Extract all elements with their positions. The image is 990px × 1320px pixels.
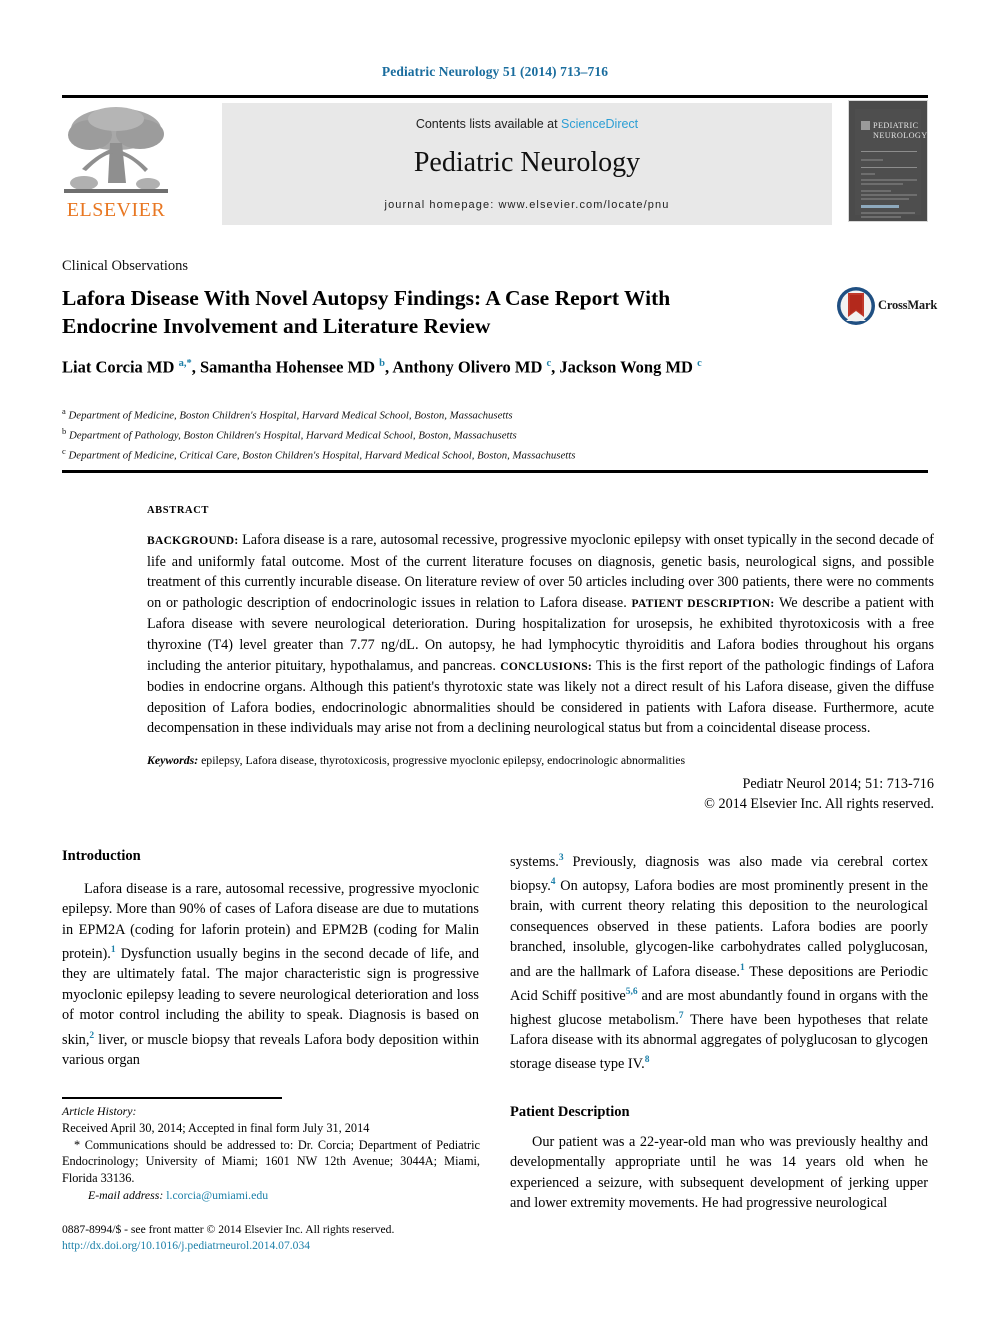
abstract-section-heading: CONCLUSIONS: [500,660,593,673]
column-left: Introduction Lafora disease is a rare, a… [62,848,479,1070]
page-title: Lafora Disease With Novel Autopsy Findin… [62,286,671,338]
keywords: Keywords: epilepsy, Lafora disease, thyr… [147,752,934,768]
cover-textline [861,190,891,192]
cover-rule [861,167,917,168]
cover-textline [861,212,915,214]
doi-link[interactable]: http://dx.doi.org/10.1016/j.pediatrneuro… [62,1238,492,1254]
affiliation-marker: c [62,446,66,457]
section-heading-patient-description: Patient Description [510,1104,630,1120]
email-address-link[interactable]: l.corcia@umiami.edu [163,1188,268,1202]
affiliation-item: b Department of Pathology, Boston Childr… [62,426,517,442]
masthead-band: Contents lists available at ScienceDirec… [222,103,832,225]
journal-homepage-link[interactable]: journal homepage: www.elsevier.com/locat… [222,199,832,211]
cover-title-line2: NEUROLOGY [873,130,928,140]
affiliation-marker: b [62,426,67,437]
footnote-rule [62,1097,282,1099]
affiliation-list: a Department of Medicine, Boston Childre… [62,404,892,464]
cover-title: PEDIATRIC NEUROLOGY [873,121,928,140]
affiliation-item: a Department of Medicine, Boston Childre… [62,406,513,422]
author-list: Liat Corcia MD a,*, Samantha Hohensee MD… [62,357,702,377]
abstract-top-rule [62,470,928,473]
abstract-citation: Pediatr Neurol 2014; 51: 713-716 [742,776,934,792]
abstract-section-heading: BACKGROUND: [147,535,239,547]
sciencedirect-link[interactable]: ScienceDirect [561,117,638,131]
cover-textline [861,183,903,185]
crossmark-label: CrossMark [878,298,938,312]
abstract-copyright: © 2014 Elsevier Inc. All rights reserved… [704,796,934,812]
column-right: systems.3 Previously, diagnosis was also… [510,848,928,1075]
journal-title: Pediatric Neurology [413,147,641,178]
publisher-wordmark: ELSEVIER [66,199,166,221]
abstract-body: BACKGROUND: Lafora disease is a rare, au… [147,530,934,739]
introduction-paragraph: Lafora disease is a rare, autosomal rece… [62,881,479,1068]
journal-cover-thumbnail[interactable]: PEDIATRIC NEUROLOGY [848,100,928,222]
article-history-label: Article History: [62,1104,137,1118]
cover-textline [861,194,917,196]
abstract-label: ABSTRACT [147,505,209,516]
crossmark-badge[interactable]: CrossMark [836,286,937,326]
contents-available-line: Contents lists available at ScienceDirec… [222,117,832,131]
article-type: Clinical Observations [62,258,189,274]
elsevier-tree-icon [64,107,168,193]
running-head: Pediatric Neurology 51 (2014) 713–716 [381,64,609,79]
cover-textline [861,179,917,181]
article-history-dates: Received April 30, 2014; Accepted in fin… [62,1121,370,1135]
keywords-label: Keywords: [147,753,199,767]
cover-emblem-icon [861,121,870,130]
cover-textline [861,159,883,161]
affiliation-marker: a [62,406,66,416]
patient-description-paragraph: Our patient was a 22-year-old man who wa… [510,1134,928,1212]
introduction-paragraph-continued: systems.3 Previously, diagnosis was also… [510,853,929,1073]
crossmark-icon [837,287,875,325]
journal-article-page: Pediatric Neurology 51 (2014) 713–716 EL… [0,0,990,1320]
email-label: E-mail address: [88,1188,164,1202]
issn-copyright-line: 0887-8994/$ - see front matter © 2014 El… [62,1223,395,1236]
contents-prefix: Contents lists available at [415,117,562,131]
journal-masthead: ELSEVIER Contents lists available at Sci… [62,97,928,225]
cover-textline [861,173,875,175]
cover-title-line1: PEDIATRIC [873,121,919,130]
cover-textline [861,198,909,200]
cover-inner: PEDIATRIC NEUROLOGY [855,109,927,218]
abstract-section-heading: PATIENT DESCRIPTION: [631,597,775,610]
affiliation-item: c Department of Medicine, Critical Care,… [62,446,576,462]
correspondence-note: * Communications should be addressed to:… [62,1138,480,1185]
cover-highlight [861,205,899,208]
email-line: E-mail address: l.corcia@umiami.edu [62,1188,480,1203]
publisher-logo: ELSEVIER [62,103,170,225]
cover-rule [861,151,917,152]
cover-textline [861,216,901,218]
keywords-value: epilepsy, Lafora disease, thyrotoxicosis… [198,753,686,767]
section-heading-introduction: Introduction [62,848,141,864]
